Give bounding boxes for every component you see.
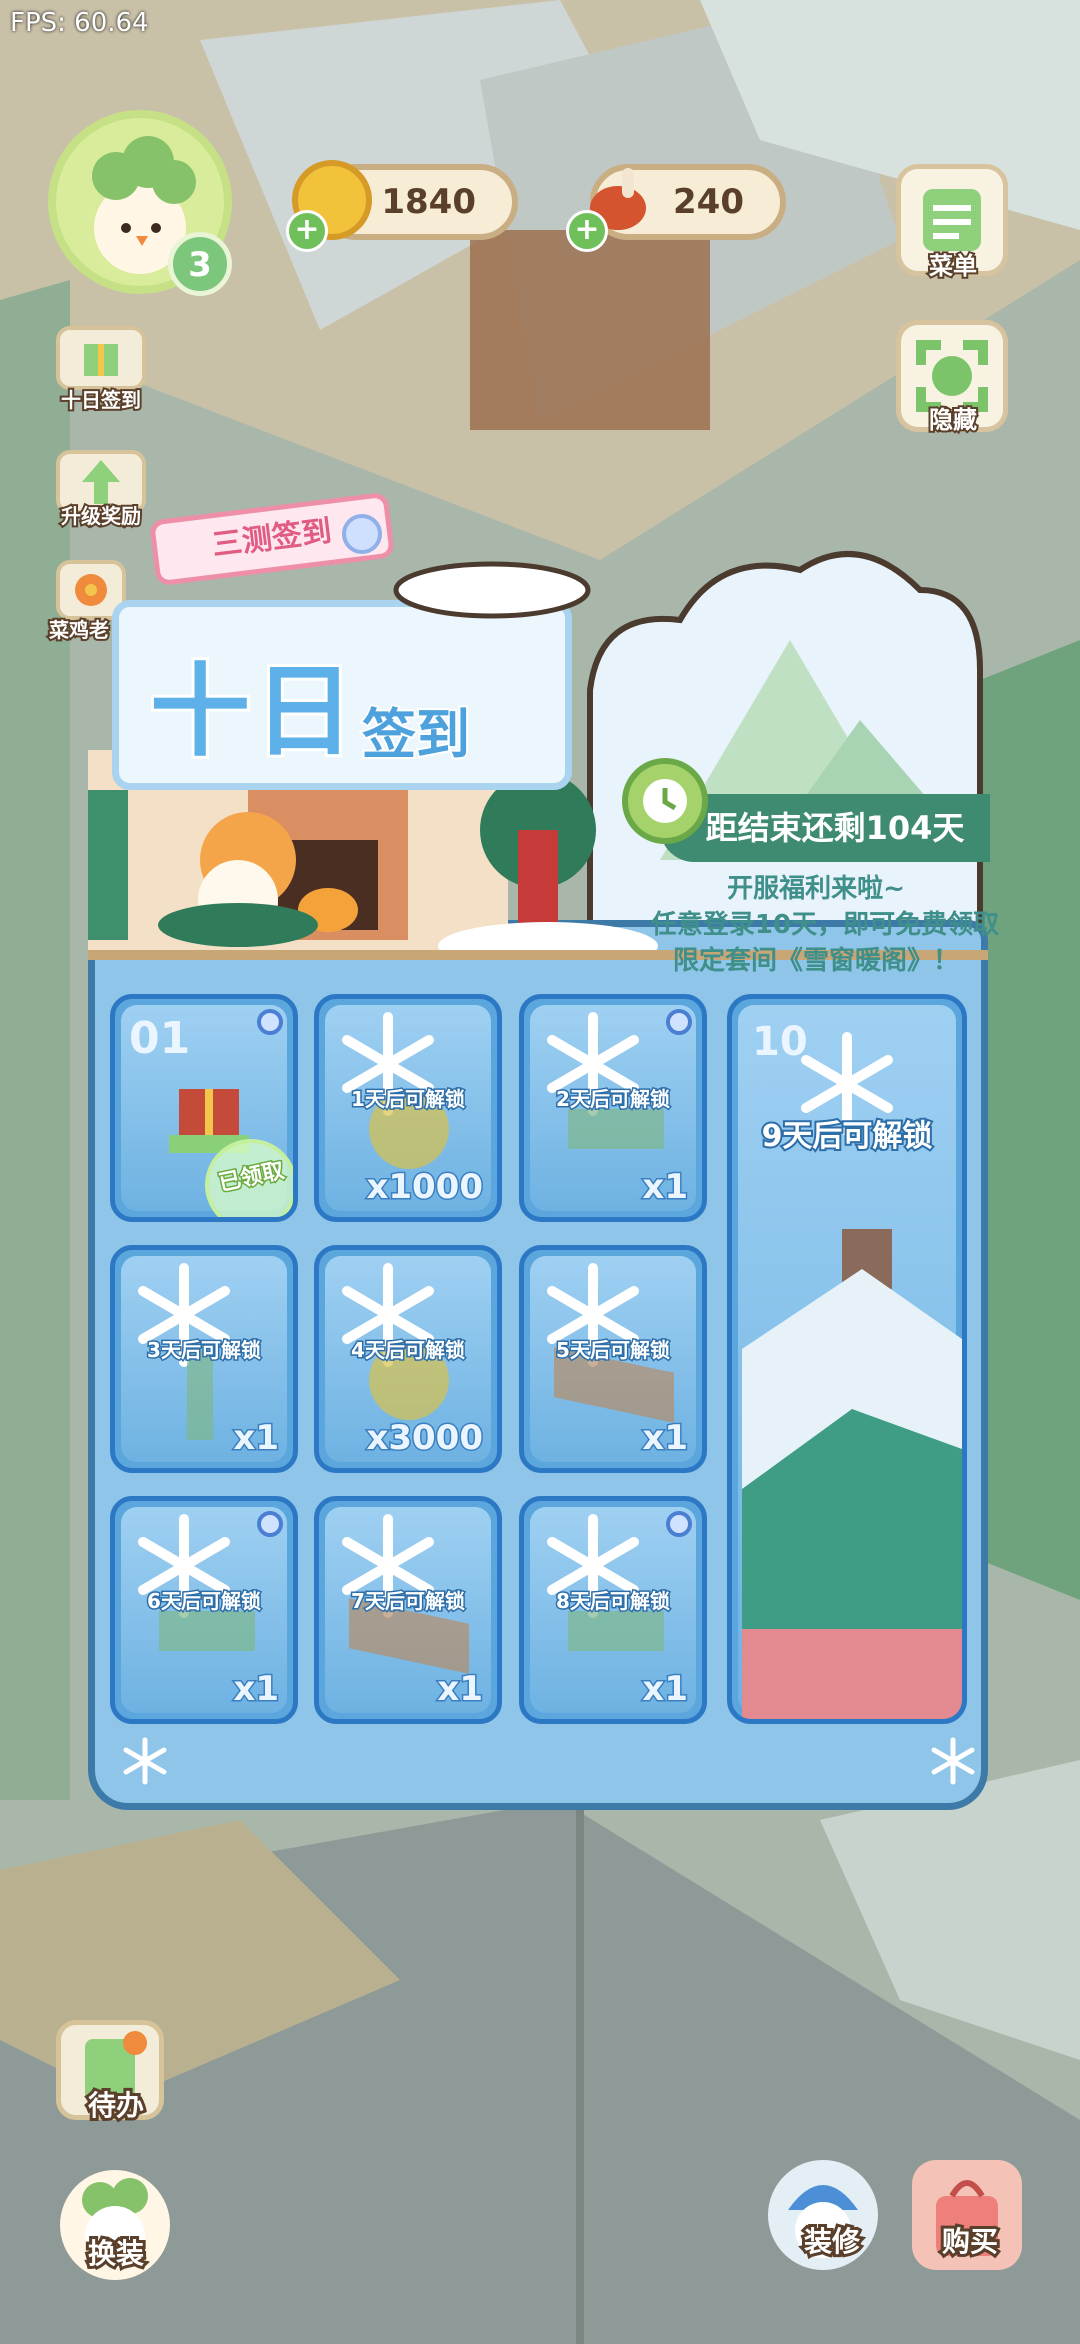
level-badge: 3 [168,232,232,296]
magnify-icon[interactable] [257,1009,283,1035]
countdown-timer: 距结束还剩104天 [660,794,990,862]
info-line-3: 限定套间《雪窗暖阁》！ [672,946,959,976]
unlock-countdown: 8天后可解锁 [555,1588,672,1615]
magnify-icon[interactable] [257,1511,283,1537]
reward-quantity: x1 [436,1668,485,1711]
furniture-reward-icon [159,1611,255,1651]
furniture-reward-icon [568,1109,664,1149]
menu-label: 菜单 [927,250,979,282]
reward-quantity: x1000 [365,1166,485,1209]
unlock-countdown: 6天后可解锁 [146,1588,263,1615]
info-line-2: 任意登录10天，即可免费领取 [650,910,1000,940]
day-2-reward-cell[interactable]: 1天后可解锁 x1000 [314,994,502,1222]
day-5-reward-cell[interactable]: 4天后可解锁 x3000 [314,1245,502,1473]
day-10-grand-reward-cell[interactable]: 10 9天后可解锁 [727,994,967,1724]
magnify-icon[interactable] [666,1009,692,1035]
ten-day-checkin-label: 十日签到 [59,386,143,414]
unlock-countdown: 9天后可解锁 [760,1117,935,1156]
day-3-reward-cell[interactable]: 2天后可解锁 x1 [519,994,707,1222]
fps-counter: FPS: 60.64 [10,8,149,38]
dress-up-label: 换装 [85,2234,147,2273]
panel-title-main: 十日 [147,650,358,773]
reward-quantity: x1 [641,1668,690,1711]
snow-cap-decoration [393,561,591,619]
unlock-countdown: 2天后可解锁 [555,1086,672,1113]
reward-quantity: x1 [232,1668,281,1711]
panel-title-sub: 签到 [360,701,472,768]
unlock-countdown: 5天后可解锁 [555,1337,672,1364]
furniture-reward-icon [568,1611,664,1651]
info-line-1: 开服福利来啦~ [727,874,905,904]
flower-icon [75,574,107,606]
reward-quantity: x1 [232,1417,281,1460]
snow-room-preview [742,1229,962,1719]
day-1-reward-cell[interactable]: 01 已领取 [110,994,298,1222]
clock-icon [622,758,708,844]
ten-day-checkin-button[interactable] [56,326,146,390]
upgrade-reward-label: 升级奖励 [59,502,143,530]
reward-quantity: x1 [641,1166,690,1209]
reward-quantity: x1 [641,1417,690,1460]
unlock-countdown: 3天后可解锁 [146,1337,263,1364]
unlock-countdown: 4天后可解锁 [350,1337,467,1364]
day-4-reward-cell[interactable]: 3天后可解锁 x1 [110,1245,298,1473]
day-7-reward-cell[interactable]: 6天后可解锁 x1 [110,1496,298,1724]
hide-label: 隐藏 [927,404,979,436]
unlock-countdown: 1天后可解锁 [350,1086,467,1113]
wall-reward-icon [187,1350,213,1440]
decorate-label: 装修 [801,2222,863,2261]
reward-quantity: x3000 [365,1417,485,1460]
add-coins-button[interactable]: + [286,210,328,252]
snowflake-decoration-icon [123,1737,167,1785]
snowflake-decoration-icon [931,1737,975,1785]
todo-label: 待办 [85,2086,147,2125]
day-8-reward-cell[interactable]: 7天后可解锁 x1 [314,1496,502,1724]
shop-label: 购买 [939,2222,1001,2261]
day-9-reward-cell[interactable]: 8天后可解锁 x1 [519,1496,707,1724]
unlock-countdown: 7天后可解锁 [350,1588,467,1615]
add-food-button[interactable]: + [566,210,608,252]
tag-arrow-icon [342,514,382,554]
magnify-icon[interactable] [666,1511,692,1537]
day-6-reward-cell[interactable]: 5天后可解锁 x1 [519,1245,707,1473]
gift-icon [84,344,118,376]
